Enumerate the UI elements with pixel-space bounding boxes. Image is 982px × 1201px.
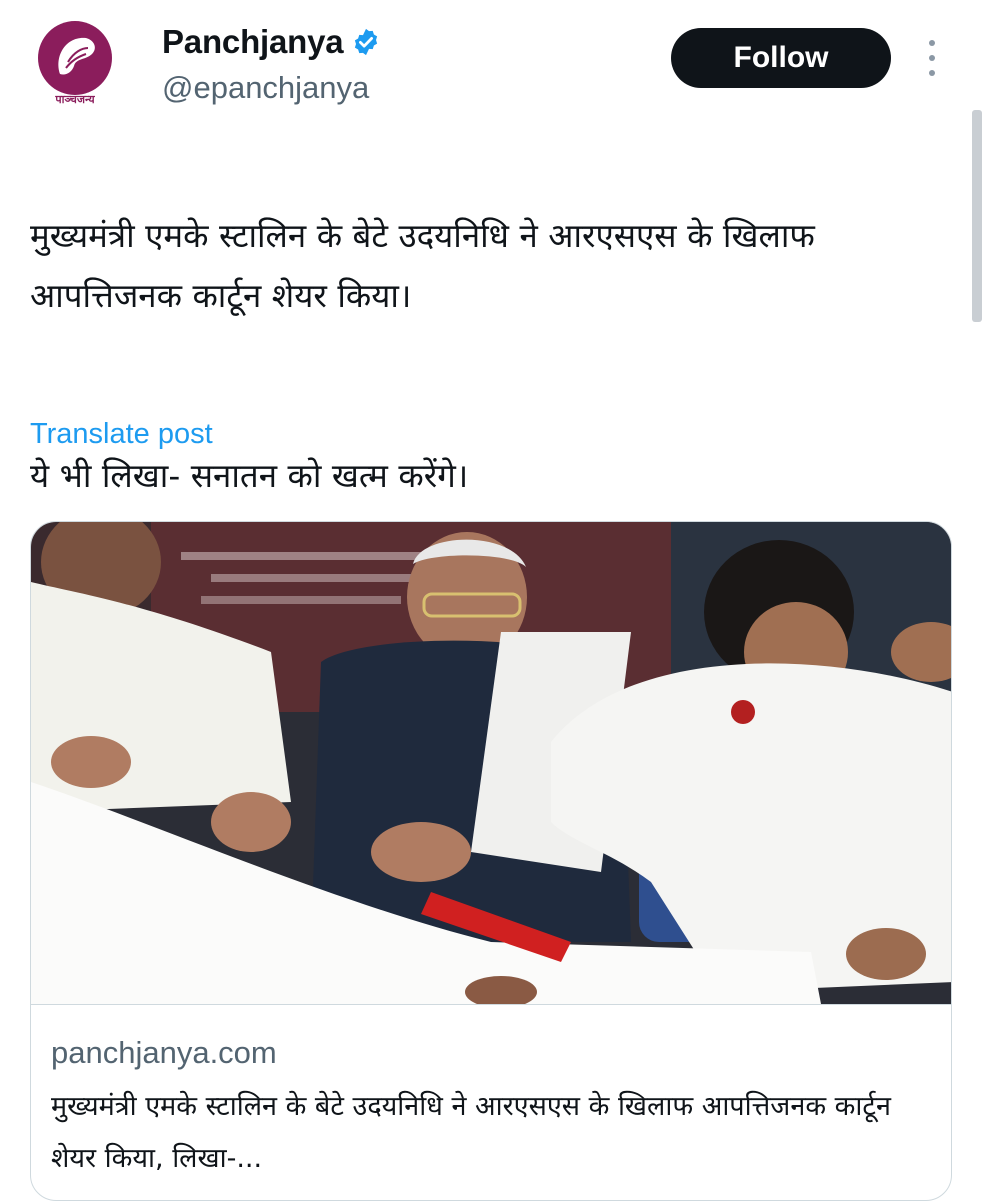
more-dots-icon[interactable] bbox=[918, 36, 946, 80]
author-display-name[interactable]: Panchjanya bbox=[162, 22, 344, 62]
tweet-paragraph-2: ये भी लिखा- सनातन को खत्म करेंगे। bbox=[30, 456, 469, 495]
scrollbar[interactable] bbox=[972, 110, 982, 322]
event-photo bbox=[31, 522, 951, 1004]
avatar[interactable]: पाञ्चजन्य bbox=[30, 18, 120, 116]
follow-button[interactable]: Follow bbox=[671, 28, 891, 88]
translate-post-link[interactable]: Translate post bbox=[30, 414, 213, 454]
link-title: मुख्यमंत्री एमके स्टालिन के बेटे उदयनिधि… bbox=[51, 1091, 891, 1174]
tweet-paragraph-1: मुख्यमंत्री एमके स्टालिन के बेटे उदयनिधि… bbox=[30, 216, 815, 315]
verified-badge-icon bbox=[355, 28, 378, 56]
avatar-logo-text: पाञ्चजन्य bbox=[55, 93, 95, 106]
link-preview-image[interactable] bbox=[31, 522, 951, 1004]
link-domain: panchjanya.com bbox=[51, 1035, 277, 1070]
author-handle[interactable]: @epanchjanya bbox=[162, 68, 369, 108]
link-preview-card[interactable]: panchjanya.com मुख्यमंत्री एमके स्टालिन … bbox=[30, 521, 952, 1201]
author-name-row[interactable]: Panchjanya bbox=[162, 22, 381, 62]
tweet-text: मुख्यमंत्री एमके स्टालिन के बेटे उदयनिधि… bbox=[30, 146, 960, 566]
link-preview-meta[interactable]: panchjanya.com मुख्यमंत्री एमके स्टालिन … bbox=[31, 1004, 951, 1200]
